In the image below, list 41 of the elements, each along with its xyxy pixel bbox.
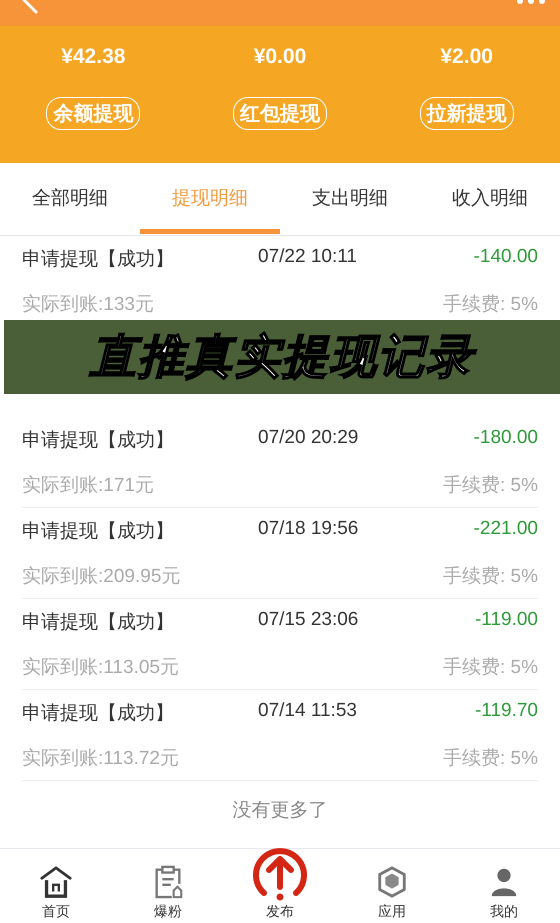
received-amount: 实际到账:171元 xyxy=(22,474,154,498)
home-icon[interactable] xyxy=(39,865,73,899)
tab[interactable]: 全部明细 xyxy=(0,163,140,234)
record-time: 07/18 19:56 xyxy=(258,518,360,540)
fee-rate: 手续费: 5% xyxy=(442,474,538,498)
nav-label[interactable]: 应用 xyxy=(378,903,406,921)
fee-rate: 手续费: 5% xyxy=(442,656,538,680)
nav-label[interactable]: 首页 xyxy=(42,903,70,921)
nav-label[interactable]: 我的 xyxy=(490,903,518,921)
record-title: 申请提现【成功】 xyxy=(22,248,175,272)
record-amount: -180.00 xyxy=(472,426,538,450)
fee-rate: 手续费: 5% xyxy=(442,292,538,316)
received-amount: 实际到账:113.72元 xyxy=(22,746,179,770)
record-amount: -140.00 xyxy=(472,246,538,268)
balance-amount: ¥42.38 xyxy=(61,45,126,69)
record-amount: -119.00 xyxy=(474,608,538,632)
received-amount: 实际到账:209.95元 xyxy=(22,564,180,588)
record-title: 申请提现【成功】 xyxy=(22,520,175,544)
more-icon[interactable] xyxy=(516,0,546,6)
overlay-banner: 直推真实提现记录 xyxy=(4,320,560,394)
record-time: 07/20 20:29 xyxy=(258,426,360,450)
record-time: 07/15 23:06 xyxy=(258,608,360,632)
balance-amount: ¥0.00 xyxy=(254,45,306,69)
fee-rate: 手续费: 5% xyxy=(442,564,538,588)
balance-amount: ¥2.00 xyxy=(440,45,493,69)
record-time: 07/14 11:53 xyxy=(258,700,358,722)
record-amount: -119.70 xyxy=(474,700,538,722)
record-time: 07/22 10:11 xyxy=(258,246,358,268)
nav-label[interactable]: 爆粉 xyxy=(154,903,182,921)
record-title: 申请提现【成功】 xyxy=(22,702,175,726)
tab[interactable]: 收入明细 xyxy=(420,163,560,234)
end-note: 没有更多了 xyxy=(232,799,328,823)
record-title: 申请提现【成功】 xyxy=(22,428,175,452)
nav-label[interactable]: 发布 xyxy=(266,903,294,921)
record-title: 申请提现【成功】 xyxy=(22,610,175,634)
received-amount: 实际到账:113.05元 xyxy=(22,656,179,680)
received-amount: 实际到账:133元 xyxy=(22,292,154,316)
record-amount: -221.00 xyxy=(472,518,538,540)
tab[interactable]: 支出明细 xyxy=(280,163,420,234)
back-icon[interactable] xyxy=(20,0,40,14)
fee-rate: 手续费: 5% xyxy=(442,746,538,770)
